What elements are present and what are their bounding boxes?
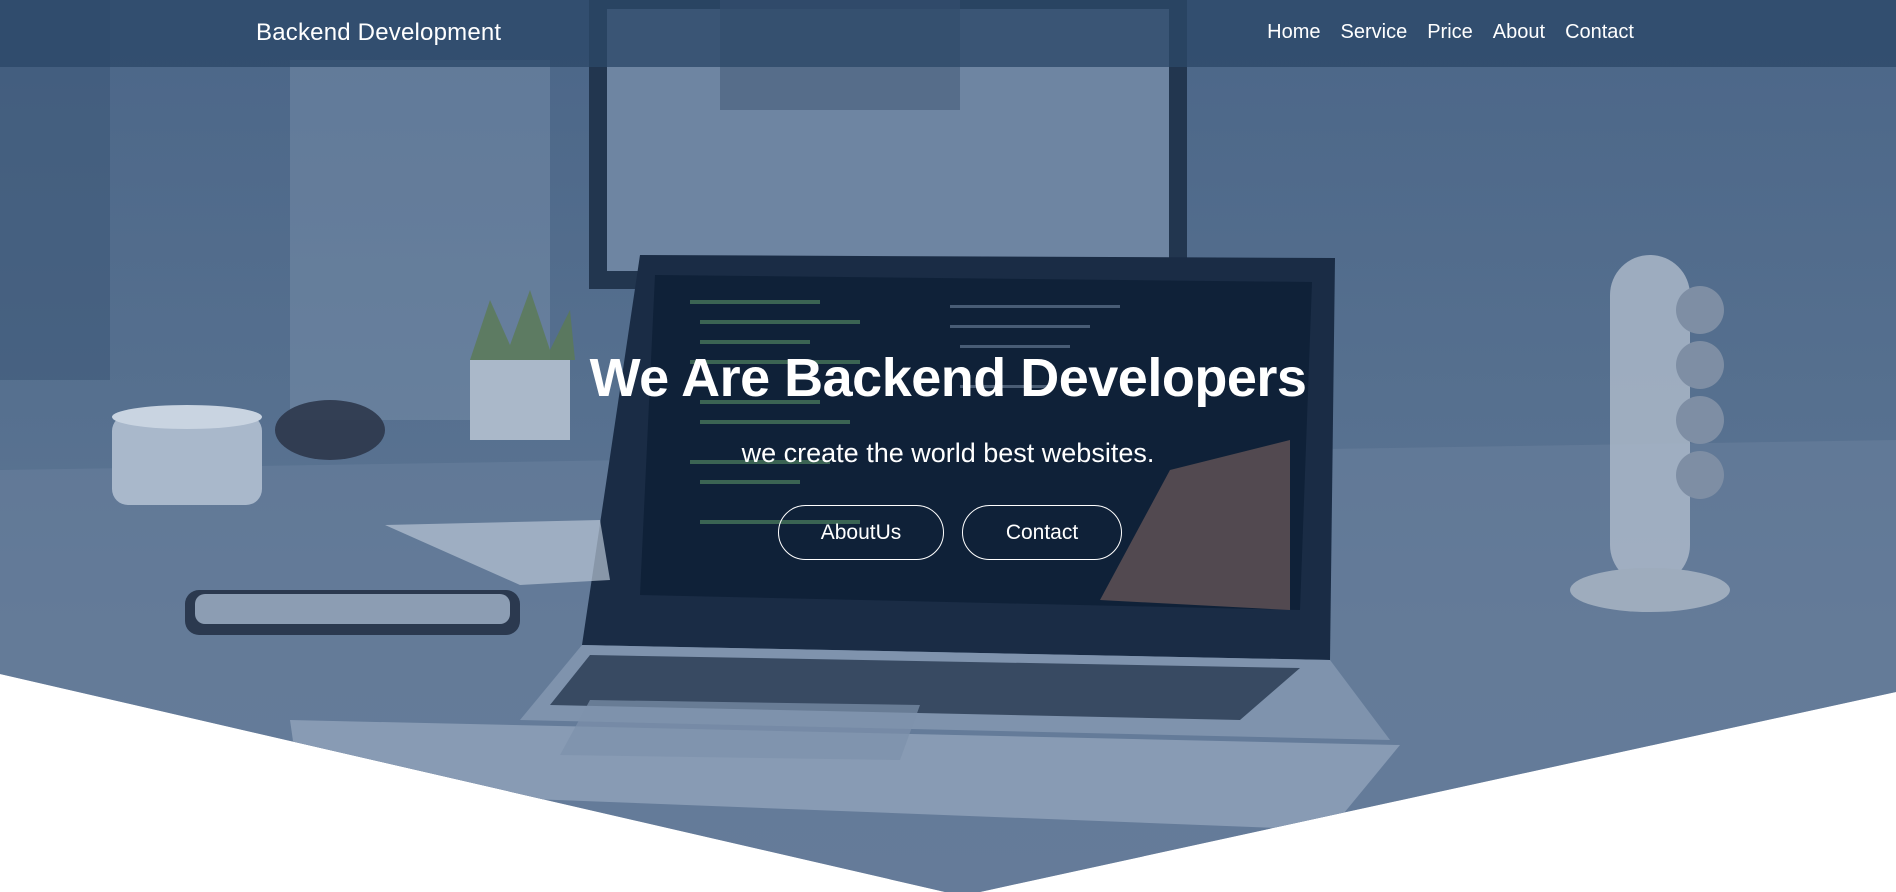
hero-headline: We Are Backend Developers — [589, 348, 1307, 408]
nav-item-about[interactable]: About — [1483, 18, 1555, 46]
nav-item-service[interactable]: Service — [1331, 18, 1418, 46]
contact-button[interactable]: Contact — [962, 505, 1122, 560]
hero-subline: we create the world best websites. — [741, 438, 1155, 468]
landing-page: Backend Development Home Service Price A… — [0, 0, 1896, 892]
nav-item-contact[interactable]: Contact — [1555, 18, 1634, 46]
nav-menu: Home Service Price About Contact — [1257, 18, 1634, 46]
navbar: Backend Development Home Service Price A… — [0, 0, 1896, 67]
about-us-button[interactable]: AboutUs — [778, 505, 944, 560]
nav-item-home[interactable]: Home — [1257, 18, 1330, 46]
nav-item-price[interactable]: Price — [1417, 18, 1483, 46]
brand-logo[interactable]: Backend Development — [256, 17, 501, 49]
